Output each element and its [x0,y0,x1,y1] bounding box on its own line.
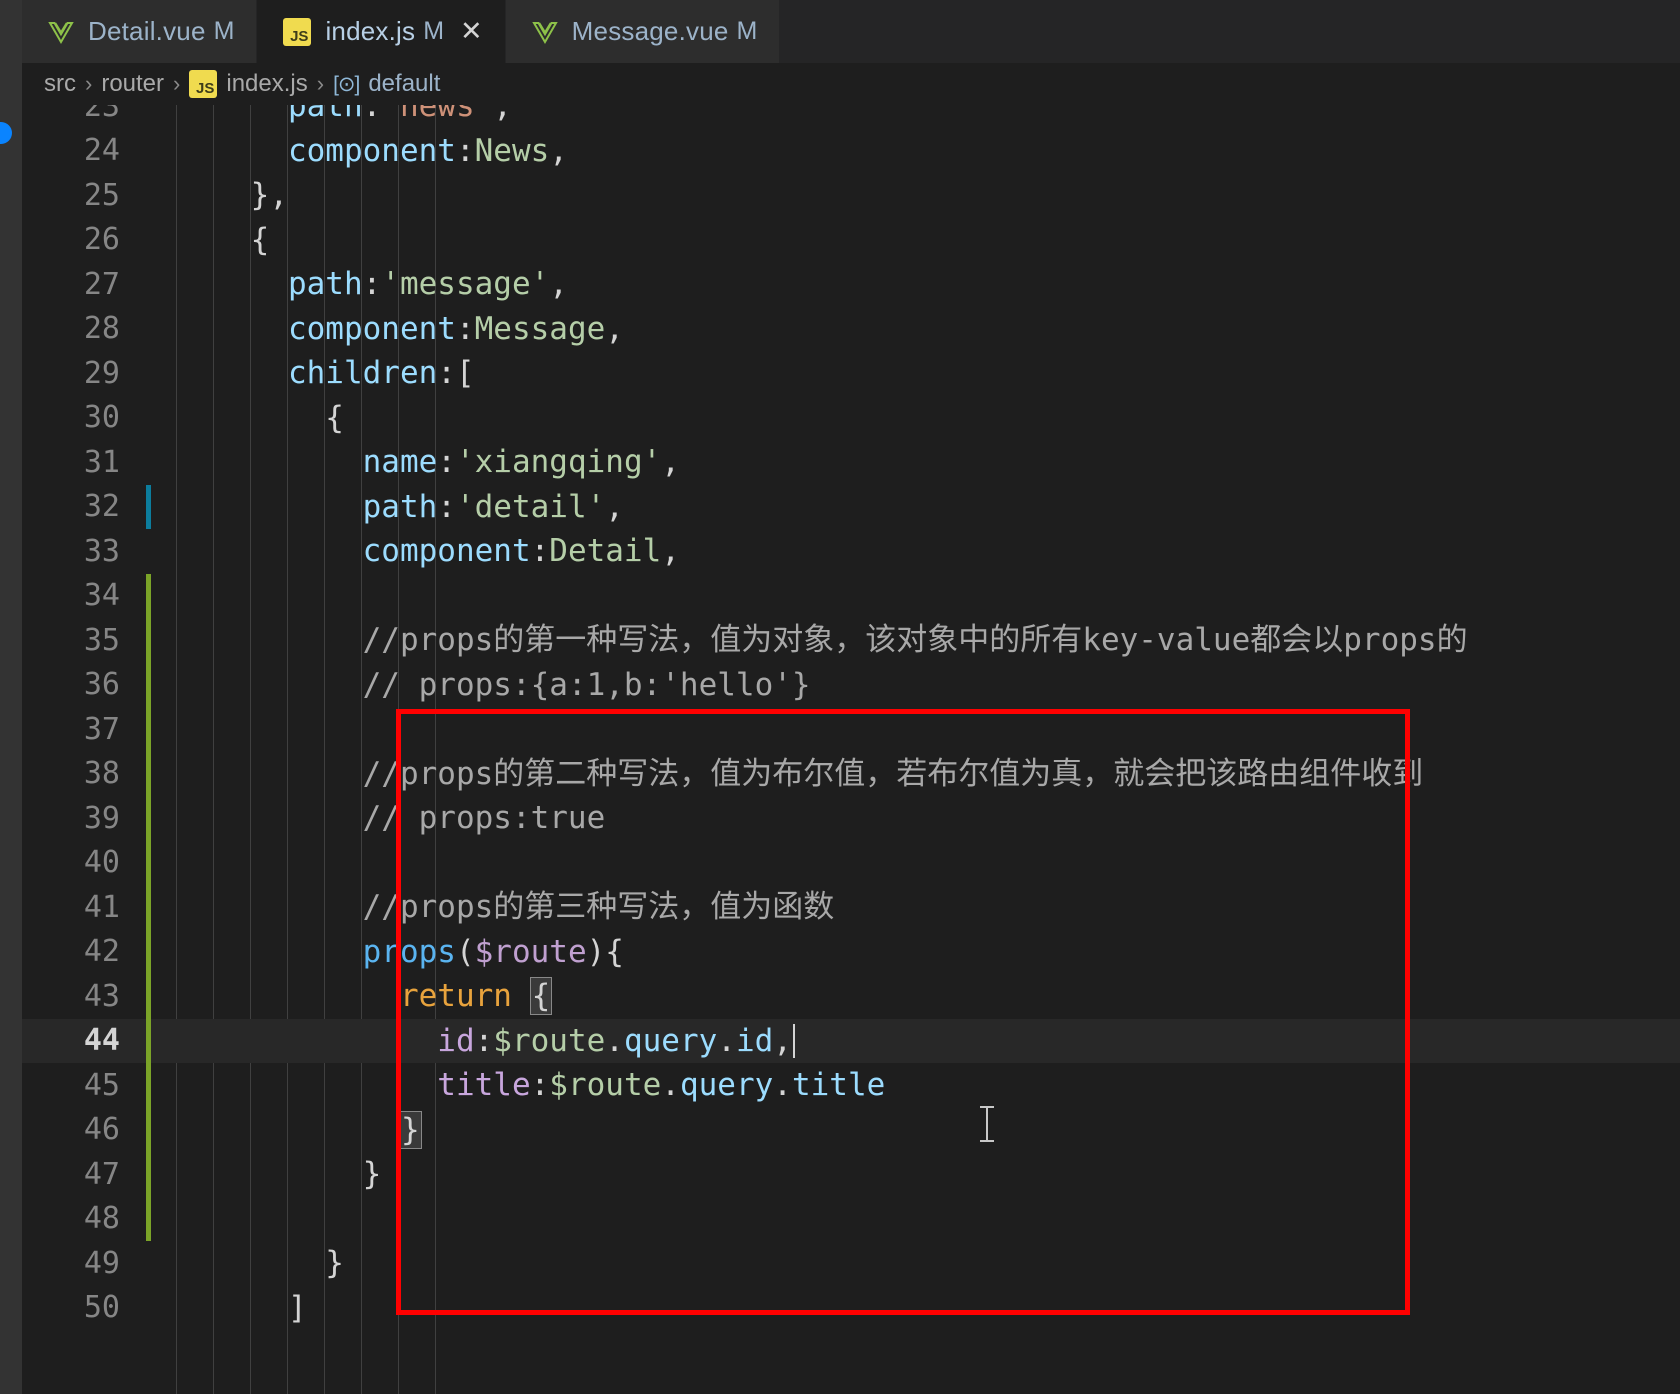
line-number: 36 [83,667,120,703]
vscode-window: Detail.vue M JS index.js M ✕ Message.vue… [0,0,1680,1394]
code-row-50[interactable]: 50 ] [22,1286,1680,1331]
tab-label: index.js [325,16,416,46]
code-row-43[interactable]: 43 return { [22,974,1680,1019]
line-number: 42 [83,934,120,970]
tab-modified-badge: M [736,17,758,45]
code-text: //props的第三种写法，值为函数 [176,889,835,925]
line-number: 32 [83,489,120,525]
close-icon[interactable]: ✕ [460,18,483,45]
activity-badge-dot [0,122,12,144]
text-caret [792,1023,795,1058]
line-number: 35 [83,622,120,658]
code-row-29[interactable]: 29 children:[ [22,351,1680,396]
vue-file-icon [48,19,74,45]
tab-detail-vue[interactable]: Detail.vue M [22,0,258,63]
line-number: 31 [83,444,120,480]
code-text: // props:true [176,800,606,836]
breadcrumb-item-router[interactable]: router [101,70,164,98]
line-number: 28 [83,311,120,347]
code-row-33[interactable]: 33 component:Detail, [22,529,1680,574]
code-row-25[interactable]: 25 }, [22,173,1680,218]
code-row-23[interactable]: 23 path:'news', [22,105,1680,129]
line-number: 48 [83,1201,120,1237]
tab-modified-badge: M [213,17,235,45]
code-row-31[interactable]: 31 name:'xiangqing', [22,440,1680,485]
code-row-27[interactable]: 27 path:'message', [22,262,1680,307]
activity-bar-strip [0,0,22,1394]
bracket-match-highlight: } [398,1110,422,1149]
code-row-42[interactable]: 42 props($route){ [22,929,1680,974]
line-number: 43 [83,978,120,1014]
code-row-47[interactable]: 47 } [22,1152,1680,1197]
line-number: 41 [83,889,120,925]
code-row-37[interactable]: 37 [22,707,1680,752]
chevron-right-icon: › [316,71,325,96]
line-number: 49 [83,1245,120,1281]
code-text: //props的第二种写法，值为布尔值，若布尔值为真，就会把该路由组件收到 [176,755,1424,792]
code-row-30[interactable]: 30 { [22,396,1680,441]
line-number: 44 [83,1023,120,1059]
code-row-48[interactable]: 48 [22,1196,1680,1241]
code-lines: 23 path:'news', 24 component:News, 25 },… [22,105,1680,1330]
vue-file-icon [531,19,558,45]
code-row-24[interactable]: 24 component:News, [22,129,1680,174]
line-number: 50 [83,1290,120,1326]
line-number: 45 [83,1067,120,1103]
js-file-icon: JS [189,70,218,98]
bracket-match-highlight: { [529,977,553,1015]
code-text: // props:{a:1,b:'hello'} [176,666,811,703]
line-number: 26 [83,222,120,258]
line-number: 24 [83,133,120,169]
line-number: 27 [83,266,120,302]
tab-modified-badge: M [423,17,445,45]
line-number: 34 [83,578,120,614]
code-text: //props的第一种写法，值为对象，该对象中的所有key-value都会以pr… [176,622,1468,658]
tab-message-vue[interactable]: Message.vue M [505,0,781,63]
code-row-36[interactable]: 36 // props:{a:1,b:'hello'} [22,662,1680,707]
line-number: 33 [83,533,120,569]
line-number: 40 [83,845,120,881]
breadcrumb-item-indexjs[interactable]: index.js [226,70,307,98]
chevron-right-icon: › [173,71,181,96]
code-row-38[interactable]: 38 //props的第二种写法，值为布尔值，若布尔值为真，就会把该路由组件收到 [22,751,1680,796]
js-file-icon: JS [283,17,312,46]
tab-label: Message.vue [571,16,729,46]
line-number: 29 [83,355,120,391]
line-number: 38 [83,756,120,792]
breadcrumb-item-default[interactable]: default [368,70,440,98]
line-number: 47 [83,1156,120,1192]
code-editor[interactable]: 23 path:'news', 24 component:News, 25 },… [22,105,1680,1394]
line-number: 25 [83,177,120,213]
code-row-49[interactable]: 49 } [22,1241,1680,1286]
breadcrumb: src › router › JS index.js › [⊙] default [22,63,1680,105]
code-row-45[interactable]: 45 title:$route.query.title [22,1063,1680,1108]
line-number: 37 [83,711,120,747]
code-row-34[interactable]: 34 [22,573,1680,618]
tab-index-js[interactable]: JS index.js M ✕ [257,0,506,63]
editor-tab-bar: Detail.vue M JS index.js M ✕ Message.vue… [22,0,1680,63]
code-row-26[interactable]: 26 { [22,218,1680,263]
symbol-namespace-icon: [⊙] [333,72,360,96]
code-row-28[interactable]: 28 component:Message, [22,307,1680,352]
chevron-right-icon: › [85,71,93,96]
code-row-44[interactable]: 44 id:$route.query.id, [22,1018,1680,1063]
line-number: 39 [83,800,120,836]
line-number: 30 [83,400,120,436]
tab-label: Detail.vue [88,16,206,46]
code-row-40[interactable]: 40 [22,840,1680,885]
line-number: 46 [83,1112,120,1148]
line-number: 23 [83,105,120,124]
code-row-35[interactable]: 35 //props的第一种写法，值为对象，该对象中的所有key-value都会… [22,618,1680,663]
breadcrumb-item-src[interactable]: src [44,70,76,98]
code-row-41[interactable]: 41 //props的第三种写法，值为函数 [22,885,1680,930]
code-row-46[interactable]: 46 } [22,1107,1680,1152]
code-row-39[interactable]: 39 // props:true [22,796,1680,841]
code-row-32[interactable]: 32 path:'detail', [22,484,1680,529]
